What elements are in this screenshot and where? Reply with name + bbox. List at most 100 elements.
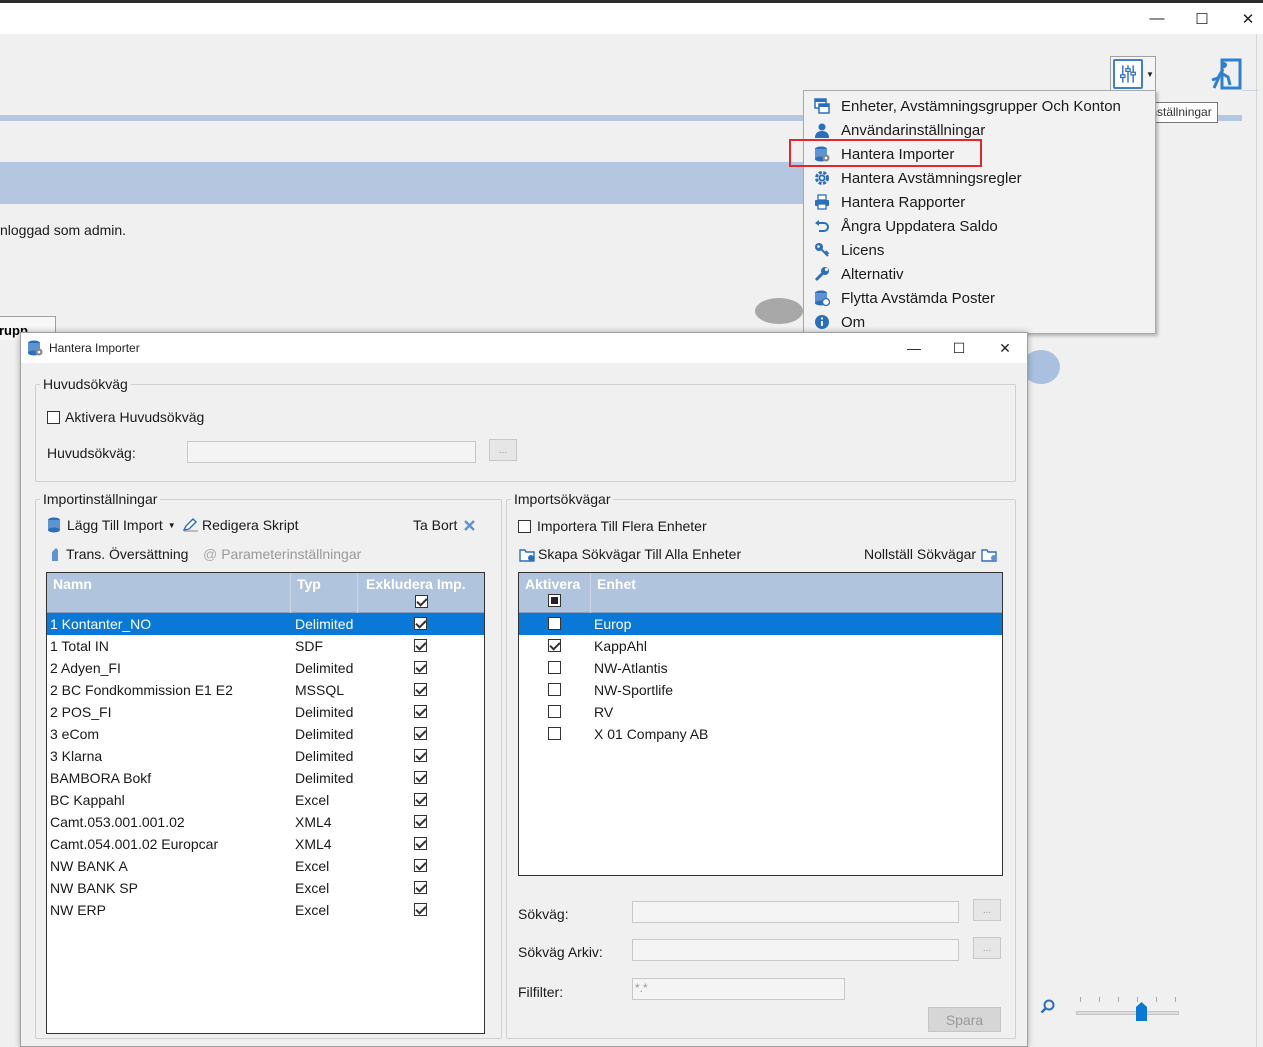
wrench-icon — [804, 266, 840, 282]
import-name-cell: 3 eCom — [50, 726, 100, 742]
exclude-import-checkbox[interactable] — [414, 661, 427, 674]
activate-unit-checkbox[interactable] — [548, 661, 561, 674]
menu-item-units[interactable]: Enheter, Avstämningsgrupper Och Konton — [804, 94, 1155, 118]
activate-all-checkbox[interactable] — [548, 594, 561, 607]
import-row[interactable]: NW ERP Excel — [47, 899, 484, 921]
column-header-type[interactable]: Typ — [291, 573, 358, 613]
activate-main-path-checkbox[interactable] — [47, 410, 60, 424]
main-minimize-button[interactable]: — — [1134, 3, 1180, 34]
import-row[interactable]: Camt.053.001.001.02 XML4 — [47, 811, 484, 833]
import-type-cell: Excel — [295, 792, 330, 808]
column-header-unit[interactable]: Enhet — [591, 573, 1002, 613]
import-row[interactable]: Camt.054.001.02 Europcar XML4 — [47, 833, 484, 855]
path-input[interactable] — [632, 901, 959, 923]
exclude-import-checkbox[interactable] — [414, 859, 427, 872]
delete-import-button[interactable]: Ta Bort — [413, 517, 476, 533]
dialog-minimize-button[interactable]: — — [891, 333, 937, 363]
unit-row[interactable]: NW-Sportlife — [519, 679, 1002, 701]
column-header-activate[interactable]: Aktivera — [519, 573, 591, 613]
unit-row[interactable]: X 01 Company AB — [519, 723, 1002, 745]
exclude-import-checkbox[interactable] — [414, 815, 427, 828]
edit-script-button[interactable]: Redigera Skript — [183, 517, 299, 533]
exclude-import-checkbox[interactable] — [414, 683, 427, 696]
exit-icon[interactable] — [1208, 58, 1242, 92]
trans-translation-button[interactable]: Trans. Översättning — [50, 546, 188, 562]
undo-icon — [804, 218, 840, 234]
unit-name-cell: NW-Atlantis — [594, 660, 668, 676]
archive-browse-button[interactable]: ... — [973, 937, 1001, 959]
import-name-cell: 1 Total IN — [50, 638, 109, 654]
exclude-import-checkbox[interactable] — [414, 639, 427, 652]
import-name-cell: 3 Klarna — [50, 748, 103, 764]
exclude-import-checkbox[interactable] — [414, 705, 427, 718]
import-multi-units-label: Importera Till Flera Enheter — [537, 518, 707, 534]
create-paths-button[interactable]: Skapa Sökvägar Till Alla Enheter — [519, 546, 741, 562]
import-row[interactable]: 3 Klarna Delimited — [47, 745, 484, 767]
exclude-all-checkbox[interactable] — [415, 595, 428, 608]
menu-item-about[interactable]: Om — [804, 310, 1155, 334]
exclude-import-checkbox[interactable] — [414, 837, 427, 850]
activate-unit-checkbox[interactable] — [548, 727, 561, 740]
import-name-cell: BAMBORA Bokf — [50, 770, 152, 786]
main-path-browse-button[interactable]: ... — [489, 439, 517, 461]
menu-item-move-reconciled[interactable]: Flytta Avstämda Poster — [804, 286, 1155, 310]
menu-item-undo-balance[interactable]: Ångra Uppdatera Saldo — [804, 214, 1155, 238]
import-type-cell: Delimited — [295, 726, 354, 742]
import-row[interactable]: 2 BC Fondkommission E1 E2 MSSQL — [47, 679, 484, 701]
exclude-import-checkbox[interactable] — [414, 903, 427, 916]
menu-item-reports[interactable]: Hantera Rapporter — [804, 190, 1155, 214]
import-row[interactable]: NW BANK SP Excel — [47, 877, 484, 899]
zoom-slider-tick — [1156, 997, 1157, 1002]
menu-item-label: Användarinställningar — [841, 121, 986, 139]
reset-paths-button[interactable]: Nollställ Sökvägar — [864, 546, 998, 562]
import-name-cell: Camt.054.001.02 Europcar — [50, 836, 219, 852]
parameter-settings-button[interactable]: @ Parameterinställningar — [203, 546, 361, 562]
dialog-close-button[interactable]: ✕ — [982, 333, 1028, 363]
import-row[interactable]: 2 POS_FI Delimited — [47, 701, 484, 723]
exclude-import-checkbox[interactable] — [414, 793, 427, 806]
dialog-maximize-button[interactable]: ☐ — [936, 333, 982, 363]
add-import-button[interactable]: Lägg Till Import ▼ — [47, 517, 176, 533]
activate-unit-checkbox[interactable] — [548, 617, 561, 630]
unit-row[interactable]: KappAhl — [519, 635, 1002, 657]
import-row[interactable]: 1 Kontanter_NO Delimited — [47, 613, 484, 635]
exclude-import-checkbox[interactable] — [414, 881, 427, 894]
import-type-cell: Delimited — [295, 704, 354, 720]
menu-item-options[interactable]: Alternativ — [804, 262, 1155, 286]
save-button[interactable]: Spara — [928, 1007, 1001, 1032]
import-row[interactable]: BAMBORA Bokf Delimited — [47, 767, 484, 789]
activate-main-path-option[interactable]: Aktivera Huvudsökväg — [47, 409, 204, 425]
import-multi-units-checkbox[interactable] — [518, 519, 531, 533]
import-type-cell: Delimited — [295, 660, 354, 676]
settings-dropdown-button[interactable]: ▼ — [1110, 56, 1156, 92]
menu-item-reconciliation-rules[interactable]: Hantera Avstämningsregler — [804, 166, 1155, 190]
exclude-import-checkbox[interactable] — [414, 727, 427, 740]
unit-row[interactable]: RV — [519, 701, 1002, 723]
zoom-slider-thumb[interactable] — [1136, 1002, 1148, 1021]
exclude-import-checkbox[interactable] — [414, 749, 427, 762]
activate-unit-checkbox[interactable] — [548, 705, 561, 718]
column-header-name[interactable]: Namn — [47, 573, 291, 613]
activate-unit-checkbox[interactable] — [548, 639, 561, 652]
import-row[interactable]: 3 eCom Delimited — [47, 723, 484, 745]
unit-row[interactable]: NW-Atlantis — [519, 657, 1002, 679]
import-multi-units-option[interactable]: Importera Till Flera Enheter — [518, 518, 707, 534]
import-type-cell: Excel — [295, 902, 330, 918]
import-row[interactable]: 1 Total IN SDF — [47, 635, 484, 657]
exclude-import-checkbox[interactable] — [414, 617, 427, 630]
menu-item-license[interactable]: Licens — [804, 238, 1155, 262]
file-filter-input[interactable]: *.* — [632, 978, 845, 1000]
unit-row[interactable]: Europ — [519, 613, 1002, 635]
import-row[interactable]: BC Kappahl Excel — [47, 789, 484, 811]
main-maximize-button[interactable]: ☐ — [1179, 3, 1225, 34]
import-row[interactable]: NW BANK A Excel — [47, 855, 484, 877]
zoom-icon[interactable] — [1040, 999, 1056, 1015]
archive-path-input[interactable] — [632, 939, 959, 961]
activate-unit-checkbox[interactable] — [548, 683, 561, 696]
exclude-import-checkbox[interactable] — [414, 771, 427, 784]
path-browse-button[interactable]: ... — [973, 899, 1001, 921]
zoom-slider-track[interactable] — [1076, 1011, 1179, 1015]
main-close-button[interactable]: ✕ — [1225, 3, 1263, 34]
main-path-input[interactable] — [187, 441, 476, 463]
import-row[interactable]: 2 Adyen_FI Delimited — [47, 657, 484, 679]
